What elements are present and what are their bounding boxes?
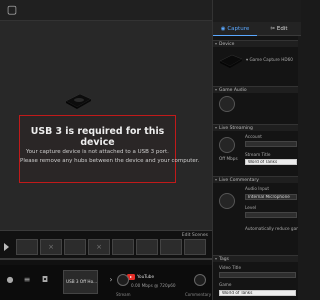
auto-adjust-label: Automatically reduce gam — [245, 226, 301, 231]
top-toolbar: ▢ — [0, 0, 212, 20]
game-label: Game — [219, 282, 232, 287]
camera-icon[interactable]: ◘ — [38, 273, 52, 287]
video-title-input[interactable] — [219, 272, 296, 278]
error-message-line-2: Please remove any hubs between the devic… — [20, 158, 200, 164]
error-message-line-1: Your capture device is not attached to a… — [26, 149, 169, 155]
account-field[interactable] — [245, 141, 297, 147]
collapse-icon — [215, 127, 217, 129]
timeline-play-icon[interactable] — [4, 243, 9, 251]
game-audio-knob[interactable] — [219, 96, 235, 112]
screen-icon[interactable]: ▢ — [5, 3, 19, 17]
capture-preview: USB 3 is required for this device Your c… — [0, 20, 212, 230]
scene-timeline: Edit Scenes × × — [0, 230, 212, 265]
scene-thumbnail[interactable] — [136, 239, 158, 255]
record-icon[interactable]: ● — [3, 273, 17, 287]
stream-title-input[interactable]: Word of Tanks — [245, 159, 297, 165]
live-commentary-section-header[interactable]: Live Commentary — [213, 176, 301, 183]
collapse-icon — [215, 43, 217, 45]
scene-thumbnail[interactable]: × — [40, 239, 62, 255]
stream-button[interactable] — [117, 274, 129, 286]
scene-thumbnail[interactable] — [16, 239, 38, 255]
tab-capture-label: Capture — [227, 26, 250, 32]
device-name[interactable]: ▾ Game Capture HD60 — [246, 57, 293, 62]
panel-scrollbar[interactable] — [298, 36, 301, 300]
capture-source-card[interactable]: USB 3 Off Ho... — [63, 270, 98, 294]
main-area: ▢ USB 3 is required for this device Your… — [0, 0, 212, 300]
live-commentary-section-label: Live Commentary — [219, 178, 259, 183]
account-label: Account — [245, 134, 262, 139]
game-input[interactable]: World of Tanks — [219, 290, 296, 296]
commentary-button[interactable] — [194, 274, 206, 286]
live-streaming-section-label: Live Streaming — [219, 126, 253, 131]
device-name-label: Game Capture HD60 — [249, 57, 293, 62]
commentary-volume-knob[interactable] — [219, 193, 235, 209]
error-title: USB 3 is required for this device — [30, 126, 165, 148]
video-title-label: Video Title — [219, 265, 242, 270]
level-label: Level — [245, 205, 257, 210]
capture-device-icon — [65, 93, 92, 109]
device-section-header[interactable]: Device — [213, 40, 301, 47]
platform-label: YouTube — [137, 274, 155, 279]
collapse-icon — [215, 179, 217, 181]
stream-label: Stream — [116, 292, 131, 297]
close-icon: × — [96, 243, 102, 251]
collapse-icon — [215, 89, 217, 91]
bottom-control-bar: ● ≡ ◘ USB 3 Off Ho... › YouTube 0.00 Mbp… — [0, 265, 212, 300]
commentary-label: Commentary — [185, 292, 212, 297]
tab-edit[interactable]: ✂ Edit — [257, 22, 301, 36]
bitrate-label: Off Mbps — [219, 156, 238, 161]
usb-error-box: USB 3 is required for this device Your c… — [19, 115, 200, 183]
scene-thumbnail[interactable]: × — [88, 239, 110, 255]
close-icon: × — [48, 243, 54, 251]
game-audio-section-header[interactable]: Game Audio — [213, 86, 301, 93]
settings-panel: ◉ Capture ✂ Edit Device ▾ Game Capture H… — [212, 0, 301, 300]
live-streaming-section-header[interactable]: Live Streaming — [213, 124, 301, 131]
tab-edit-label: Edit — [276, 26, 288, 32]
audio-input-select[interactable]: Internal Microphone — [245, 194, 297, 200]
scene-thumbnail[interactable] — [184, 239, 206, 255]
bitrate-knob[interactable] — [219, 137, 235, 153]
tags-section-label: Tags — [219, 257, 229, 262]
audio-input-label: Audio Input — [245, 186, 270, 191]
tab-capture[interactable]: ◉ Capture — [213, 22, 257, 36]
scene-thumbnail[interactable] — [160, 239, 182, 255]
list-icon[interactable]: ≡ — [20, 273, 34, 287]
game-audio-section-label: Game Audio — [219, 88, 247, 93]
collapse-icon — [215, 258, 217, 260]
scene-thumbnail[interactable] — [112, 239, 134, 255]
level-meter — [245, 212, 297, 218]
panel-tabs: ◉ Capture ✂ Edit — [213, 22, 301, 36]
stream-bitrate: 0.00 Mbps @ 720p60 — [131, 283, 176, 288]
device-section-label: Device — [219, 42, 235, 47]
edit-scenes-button[interactable]: Edit Scenes — [182, 233, 208, 238]
timeline-scrubber[interactable] — [0, 258, 212, 260]
capture-source-label: USB 3 Off Ho... — [66, 279, 98, 284]
device-icon — [219, 54, 243, 68]
scene-thumbnail[interactable] — [64, 239, 86, 255]
arrow-icon[interactable]: › — [104, 273, 118, 287]
stream-title-label: Stream Title — [245, 152, 271, 157]
tags-section-header[interactable]: Tags — [213, 255, 301, 262]
panel-header — [213, 0, 301, 22]
